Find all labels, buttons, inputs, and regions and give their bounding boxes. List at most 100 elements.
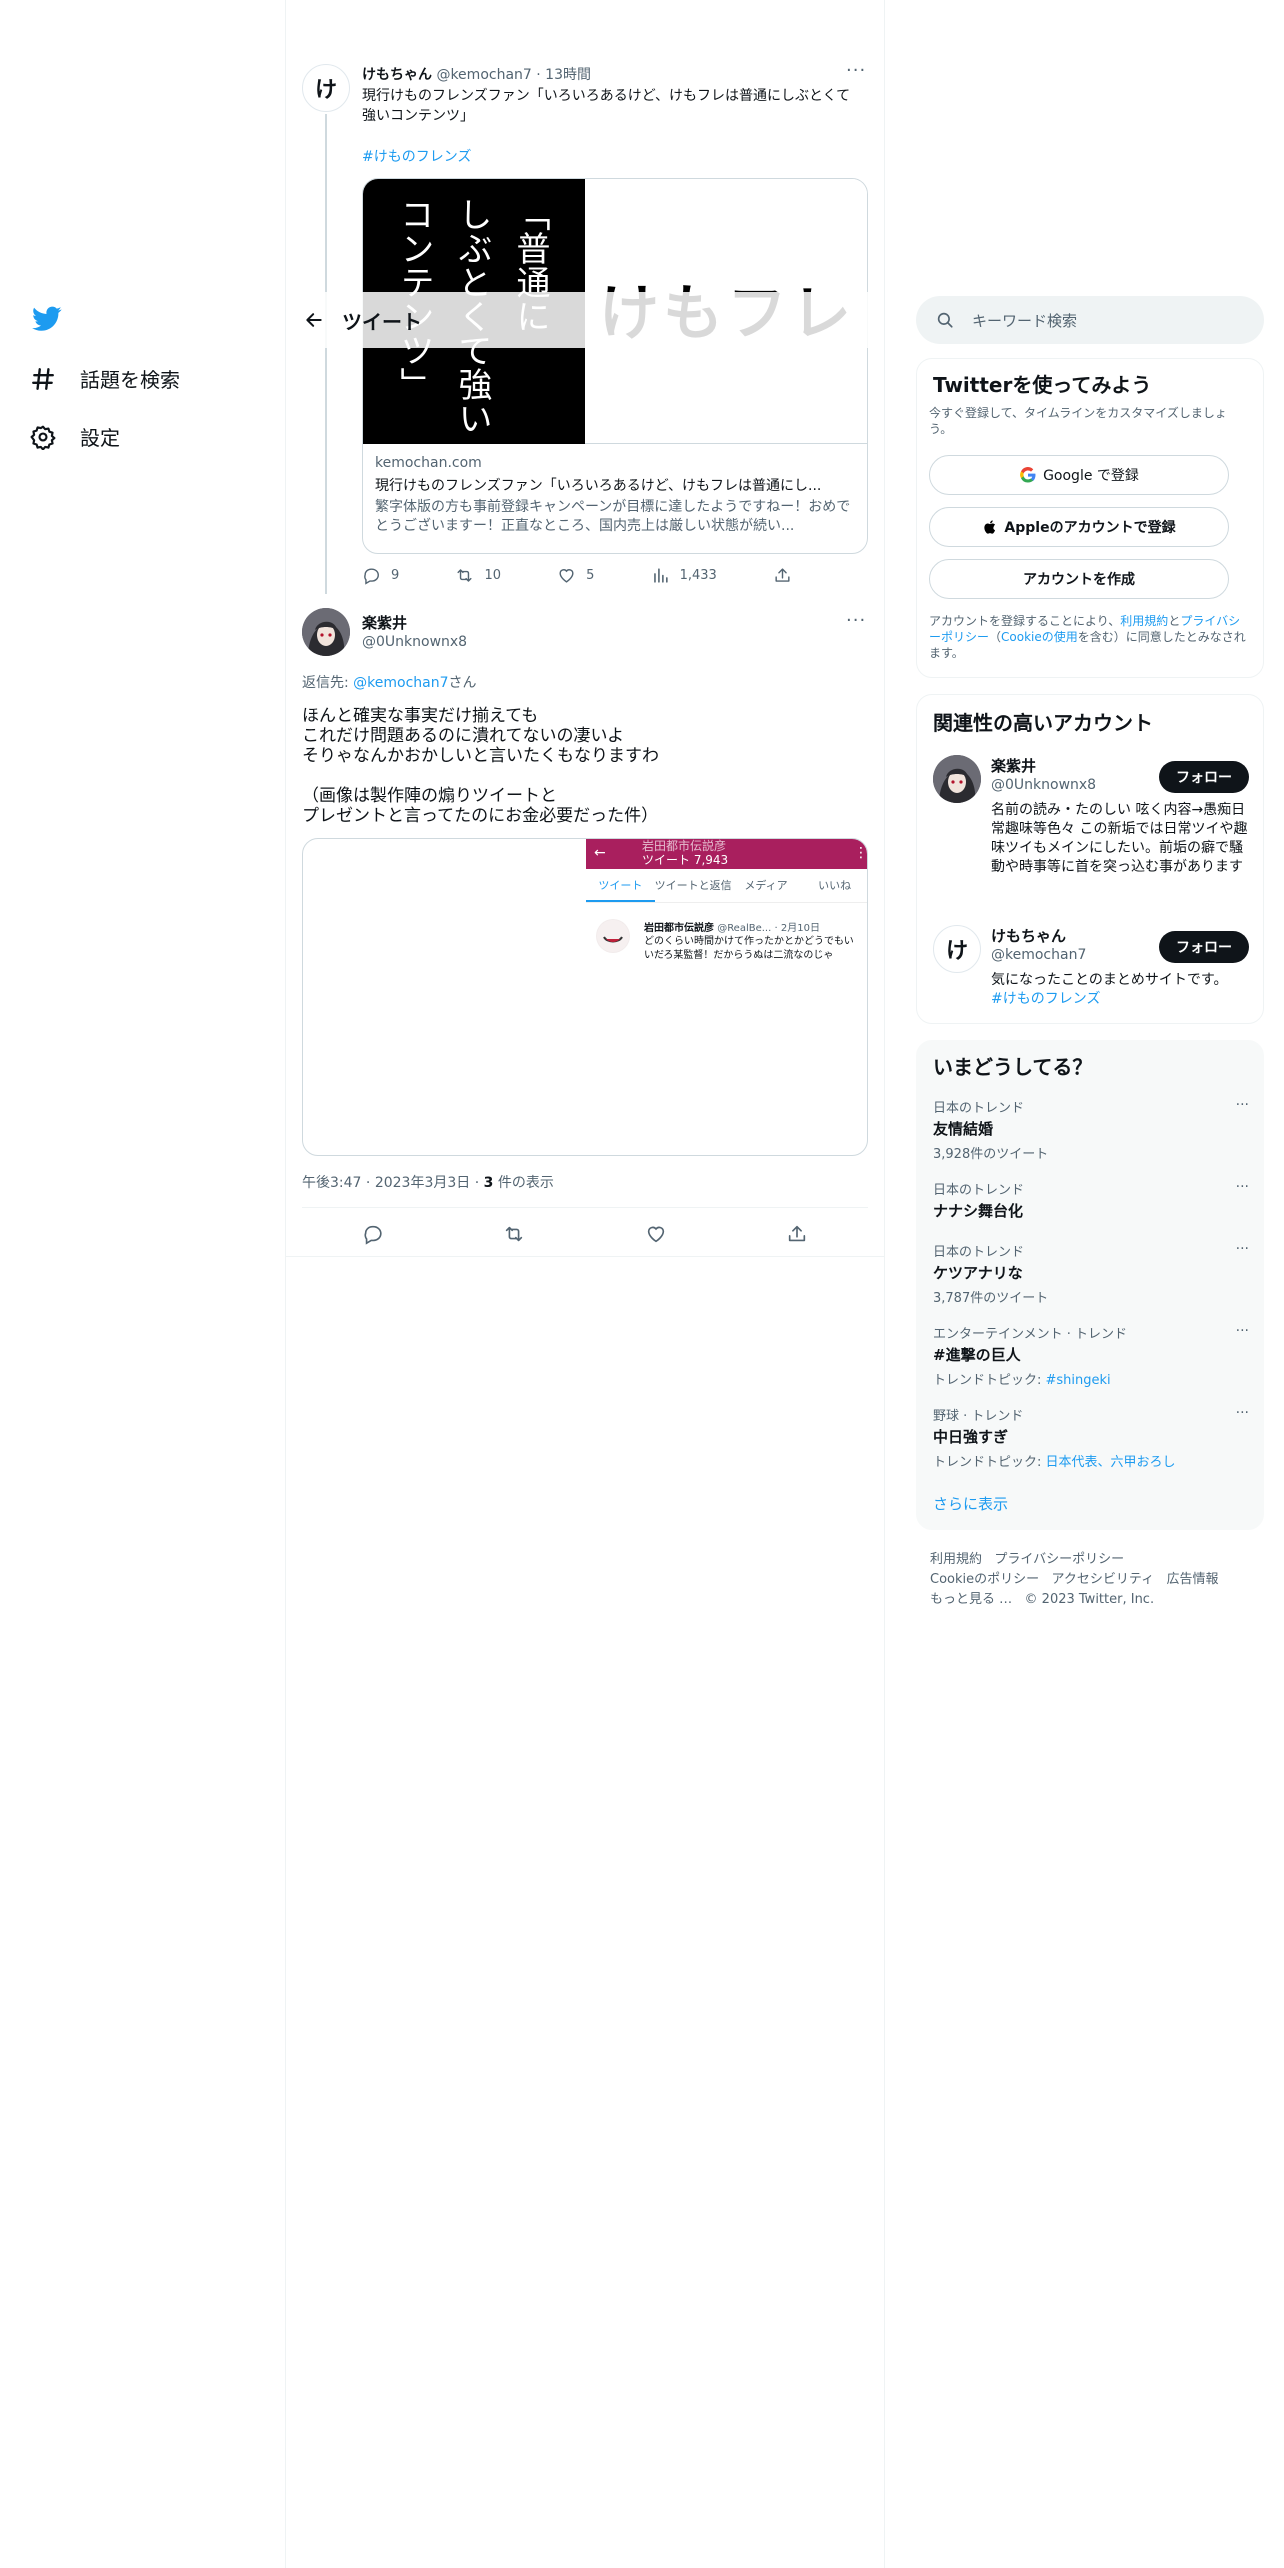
reply-count: 9: [391, 568, 400, 583]
divider: [286, 1256, 884, 1257]
trend-sub-link[interactable]: 日本代表、六甲おろし: [1046, 1455, 1176, 1470]
media-tab: メディア: [744, 879, 788, 892]
google-signup-button[interactable]: Google で登録: [929, 455, 1229, 495]
trend-item[interactable]: 日本のトレンド ケツアナリな 3,787件のツイート ···: [933, 1241, 1249, 1306]
tweet-date[interactable]: 2023年3月3日: [375, 1175, 470, 1191]
reply-icon: [362, 566, 381, 585]
nav-settings[interactable]: 設定: [30, 422, 120, 451]
account-bio-hashtag[interactable]: #けものフレンズ: [991, 991, 1100, 1007]
signup-legal: アカウントを登録することにより、利用規約とプライバシーポリシー（Cookieの使…: [929, 613, 1249, 661]
footer-link[interactable]: Cookieのポリシー: [930, 1572, 1039, 1587]
account-handle[interactable]: @0Unknownx8: [991, 777, 1096, 793]
more-options-icon[interactable]: ···: [1236, 1179, 1249, 1195]
tweet-media[interactable]: ← 岩田都市伝説彦 ツイート 7,943 ⋮ ツイート ツイートと返信 メディア…: [302, 838, 868, 1156]
avatar-char: け: [945, 939, 968, 964]
show-more-link[interactable]: さらに表示: [933, 1493, 1008, 1514]
avatar-char: け: [314, 78, 337, 103]
follow-button[interactable]: フォロー: [1159, 761, 1249, 793]
terms-link[interactable]: 利用規約: [1120, 614, 1168, 628]
display-name[interactable]: 楽紫井: [362, 612, 407, 633]
share-icon[interactable]: [786, 1223, 808, 1245]
account-name[interactable]: けもちゃん: [991, 925, 1066, 946]
search-box[interactable]: キーワード検索: [916, 296, 1264, 344]
tweet-header: ツイート: [286, 292, 884, 348]
media-inner-text: どのくらい時間かけて作ったかとかどうでもいいだろ某監督！だからうぬは二流なのじゃ: [644, 936, 854, 961]
trend-sub-link[interactable]: #shingeki: [1046, 1373, 1111, 1388]
reply-to-prefix: 返信先:: [302, 675, 354, 691]
reply-icon[interactable]: [362, 1223, 384, 1245]
back-arrow-icon[interactable]: [286, 310, 342, 330]
reply-to-line: 返信先: @kemochan7さん: [302, 672, 477, 692]
search-input[interactable]: キーワード検索: [972, 310, 1077, 331]
tweet-time[interactable]: 午後3:47: [302, 1175, 361, 1191]
like-button[interactable]: 5: [557, 566, 594, 585]
heart-icon[interactable]: [645, 1223, 667, 1245]
footer-link[interactable]: 広告情報: [1167, 1572, 1219, 1587]
heart-icon: [557, 566, 576, 585]
media-inner-meta: 岩田都市伝説彦 @RealBe... · 2月10日: [644, 919, 864, 934]
trend-item[interactable]: 野球 · トレンド 中日強すぎ トレンドトピック: 日本代表、六甲おろし ···: [933, 1405, 1249, 1470]
cookie-link[interactable]: Cookieの使用: [1001, 630, 1078, 644]
trend-item[interactable]: 日本のトレンド 友情結婚 3,928件のツイート ···: [933, 1097, 1249, 1162]
footer-link[interactable]: プライバシーポリシー: [994, 1552, 1124, 1567]
reply-to-handle[interactable]: @kemochan7: [353, 675, 448, 691]
display-name[interactable]: けもちゃん: [362, 67, 432, 83]
handle[interactable]: @kemochan7: [436, 67, 531, 83]
divider: [302, 1207, 868, 1208]
avatar[interactable]: け: [933, 925, 981, 973]
share-icon: [773, 566, 792, 585]
avatar[interactable]: [933, 755, 981, 803]
create-account-button[interactable]: アカウントを作成: [929, 559, 1229, 599]
more-options-icon[interactable]: ···: [1236, 1097, 1249, 1113]
media-tab: ツイート: [586, 869, 655, 902]
more-options-icon[interactable]: ···: [1236, 1241, 1249, 1257]
avatar[interactable]: け: [302, 64, 350, 112]
trend-meta: 日本のトレンド: [933, 1183, 1025, 1198]
media-tab: ツイートと返信: [654, 879, 732, 892]
follow-button[interactable]: フォロー: [1159, 931, 1249, 963]
column-divider-right: [884, 0, 885, 2568]
trend-meta: 野球 · トレンド: [933, 1409, 1024, 1424]
apple-signup-button[interactable]: Appleのアカウントで登録: [929, 507, 1229, 547]
hashtag-link[interactable]: #けものフレンズ: [362, 146, 471, 166]
parent-tweet-actions: 9 10 5 1,433: [362, 566, 792, 585]
retweet-count: 10: [484, 568, 501, 583]
link-card[interactable]: 「普通に しぶとくて強い コンテンツ」 けもフレ kemochan.com 現行…: [362, 178, 868, 554]
parent-tweet-text: 現行けものフレンズファン「いろいろあるけど、けもフレは普通にしぶとくて強いコンテ…: [362, 88, 851, 124]
apple-signup-label: Appleのアカウントで登録: [1004, 520, 1176, 536]
trends-panel: いまどうしてる？ 日本のトレンド 友情結婚 3,928件のツイート ··· 日本…: [916, 1040, 1264, 1530]
footer-more-link[interactable]: もっと見る …: [930, 1592, 1012, 1607]
trend-item[interactable]: エンターテインメント · トレンド #進撃の巨人 トレンドトピック: #shin…: [933, 1323, 1249, 1388]
media-inner-name: 岩田都市伝説彦: [644, 923, 714, 934]
footer-link[interactable]: 利用規約: [930, 1552, 982, 1567]
footer-link[interactable]: アクセシビリティ: [1052, 1572, 1155, 1587]
apple-icon: [982, 518, 998, 536]
account-bio: 名前の読み・たのしい 呟く内容→愚痴日常趣味等色々 この新垢では日常ツイや趣味ツ…: [991, 802, 1248, 875]
twitter-logo-icon[interactable]: [32, 306, 62, 332]
tweet-time[interactable]: 13時間: [545, 67, 591, 83]
main-tweet-actions: [302, 1212, 868, 1256]
trend-sub: 3,928件のツイート: [933, 1147, 1049, 1162]
footer-line-3: もっと見る … © 2023 Twitter, Inc.: [930, 1588, 1154, 1607]
retweet-icon[interactable]: [503, 1223, 525, 1245]
signup-title: Twitterを使ってみよう: [933, 373, 1152, 397]
account-handle[interactable]: @kemochan7: [991, 947, 1086, 963]
share-button[interactable]: [773, 566, 792, 585]
trend-meta: エンターテインメント · トレンド: [933, 1327, 1128, 1342]
views-button[interactable]: 1,433: [651, 566, 717, 585]
more-options-icon[interactable]: ···: [1236, 1405, 1249, 1421]
media-tab: いいね: [818, 879, 852, 892]
more-options-icon[interactable]: ···: [846, 610, 866, 631]
bar-chart-icon: [651, 566, 670, 585]
trend-name: ケツアナリな: [933, 1264, 1023, 1282]
nav-explore[interactable]: 話題を検索: [30, 364, 180, 393]
more-options-icon[interactable]: ···: [1236, 1323, 1249, 1339]
avatar[interactable]: [302, 608, 350, 656]
more-options-icon[interactable]: ···: [846, 60, 866, 81]
media-back-arrow-icon: ←: [594, 845, 606, 861]
account-name[interactable]: 楽紫井: [991, 755, 1036, 776]
handle[interactable]: @0Unknownx8: [362, 634, 467, 650]
trend-item[interactable]: 日本のトレンド ナナシ舞台化 ···: [933, 1179, 1249, 1221]
retweet-button[interactable]: 10: [455, 566, 501, 585]
reply-button[interactable]: 9: [362, 566, 399, 585]
